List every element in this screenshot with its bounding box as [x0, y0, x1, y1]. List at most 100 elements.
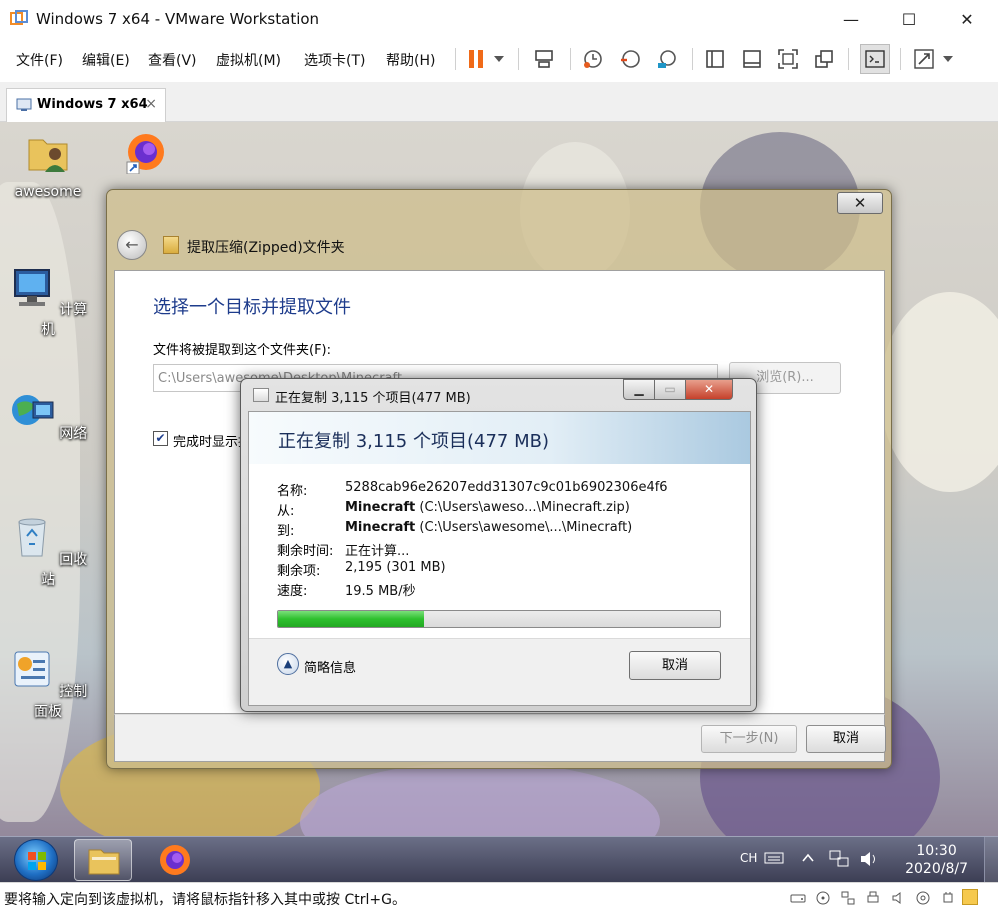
toolbar-separator [900, 48, 901, 70]
toolbar-separator [518, 48, 519, 70]
copy-close-button[interactable]: ✕ [685, 379, 733, 400]
clock-time: 10:30 [916, 843, 957, 859]
unity-icon[interactable] [811, 46, 837, 72]
show-hidden-icons-icon[interactable] [802, 853, 814, 863]
details-toggle-label[interactable]: 简略信息 [304, 657, 356, 676]
fullscreen-icon[interactable] [775, 46, 801, 72]
progress-fill [278, 611, 424, 627]
toolbar-separator [692, 48, 693, 70]
usb-icon[interactable] [940, 890, 956, 906]
stretch-icon[interactable] [911, 46, 937, 72]
menu-tabs[interactable]: 选项卡(T) [304, 50, 365, 70]
close-button[interactable]: ✕ [938, 0, 996, 38]
volume-icon[interactable] [858, 849, 880, 869]
dropdown-icon[interactable] [490, 46, 508, 72]
copy-banner: 正在复制 3,115 个项目(477 MB) [249, 412, 750, 464]
guest-desktop[interactable]: awesome 计算机 网络 回收站 控制面板 ✕ ← 提取压缩(Zipped)… [0, 122, 998, 882]
printer-icon[interactable] [865, 890, 881, 906]
snapshot-icon[interactable] [580, 46, 606, 72]
sound-card-icon[interactable] [890, 890, 906, 906]
snapshot-manager-icon[interactable] [654, 46, 680, 72]
send-ctrl-alt-del-icon[interactable] [531, 46, 557, 72]
copy-dialog-footer: ▲ 简略信息 取消 [249, 638, 750, 705]
toolbar-separator [455, 48, 456, 70]
display-icon[interactable] [915, 890, 931, 906]
vmware-logo-icon [10, 10, 28, 25]
wallpaper-shape [880, 292, 998, 492]
wizard-close-button[interactable]: ✕ [837, 192, 883, 214]
vm-tab-strip: Windows 7 x64 × [0, 82, 998, 122]
maximize-button[interactable]: ☐ [880, 0, 938, 38]
network-icon [11, 395, 54, 425]
from-value[interactable]: Minecraft (C:\Users\aweso...\Minecraft.z… [345, 500, 630, 515]
pause-icon[interactable] [463, 46, 489, 72]
firefox-shortcut-icon [126, 134, 164, 175]
collapse-details-icon[interactable]: ▲ [277, 653, 299, 675]
console-view-icon[interactable] [739, 46, 765, 72]
copy-minimize-button[interactable]: ▁ [623, 379, 655, 400]
cd-dvd-icon[interactable] [815, 890, 831, 906]
menu-help[interactable]: 帮助(H) [386, 50, 435, 70]
next-button[interactable]: 下一步(N) [701, 725, 797, 753]
copy-dialog-title: 正在复制 3,115 个项目(477 MB) [275, 391, 471, 406]
time-remaining-value: 正在计算... [345, 544, 410, 559]
wizard-cancel-button[interactable]: 取消 [806, 725, 886, 753]
tab-close-icon[interactable]: × [145, 96, 157, 112]
ime-indicator[interactable]: CH [740, 851, 757, 865]
library-icon[interactable] [702, 46, 728, 72]
vm-icon [16, 98, 32, 111]
name-label: 名称: [277, 484, 308, 499]
keyboard-icon[interactable] [764, 851, 784, 865]
desktop-icon-recycle-bin[interactable]: 回收站 [8, 514, 88, 589]
desktop-icon-awesome[interactable]: awesome [8, 130, 88, 200]
copy-progress-bar [277, 610, 721, 628]
toolbar-separator [848, 48, 849, 70]
taskbar-explorer[interactable] [74, 839, 132, 881]
desktop-icon-label: awesome [14, 184, 82, 200]
taskbar-firefox[interactable] [146, 839, 204, 881]
firefox-icon [160, 845, 190, 875]
time-remaining-label: 剩余时间: [277, 544, 334, 559]
minimize-button[interactable]: — [822, 0, 880, 38]
menu-view[interactable]: 查看(V) [148, 50, 197, 70]
dropdown-icon[interactable] [939, 46, 957, 72]
vmware-title-bar: Windows 7 x64 - VMware Workstation — ☐ ✕ [0, 0, 998, 38]
status-message: 要将输入定向到该虚拟机，请将鼠标指针移入其中或按 Ctrl+G。 [4, 892, 406, 908]
desktop-icon-control-panel[interactable]: 控制面板 [8, 646, 88, 721]
menu-edit[interactable]: 编辑(E) [82, 50, 130, 70]
back-arrow-icon[interactable]: ← [117, 230, 147, 260]
system-clock[interactable]: 10:30 2020/8/7 [905, 842, 968, 878]
to-value[interactable]: Minecraft (C:\Users\awesome\...\Minecraf… [345, 520, 632, 535]
explorer-folder-icon [88, 849, 120, 875]
copy-banner-title: 正在复制 3,115 个项目(477 MB) [278, 431, 549, 452]
tab-windows-7-x64[interactable]: Windows 7 x64 × [6, 88, 166, 122]
wizard-heading: 选择一个目标并提取文件 [153, 297, 351, 318]
items-remaining-label: 剩余项: [277, 564, 321, 579]
desktop-icon-computer[interactable]: 计算机 [8, 264, 88, 339]
copy-maximize-button[interactable]: ▭ [654, 379, 686, 400]
start-button[interactable] [14, 839, 58, 881]
path-label: 文件将被提取到这个文件夹(F): [153, 343, 332, 358]
speed-value: 19.5 MB/秒 [345, 584, 416, 599]
revert-snapshot-icon[interactable] [617, 46, 643, 72]
window-title: Windows 7 x64 - VMware Workstation [36, 10, 320, 28]
hard-disk-icon[interactable] [790, 890, 806, 906]
toolbar-separator [570, 48, 571, 70]
copy-icon [253, 388, 269, 402]
zip-folder-icon [163, 236, 179, 254]
desktop-icon-network[interactable]: 网络 [8, 388, 88, 443]
tab-label: Windows 7 x64 [37, 97, 148, 112]
menu-vm[interactable]: 虚拟机(M) [216, 50, 281, 70]
computer-icon [13, 269, 50, 306]
network-adapter-icon[interactable] [840, 890, 856, 906]
copy-cancel-button[interactable]: 取消 [629, 651, 721, 680]
terminal-icon[interactable] [860, 44, 890, 74]
network-status-icon[interactable] [828, 849, 850, 869]
desktop-icon-firefox[interactable] [104, 128, 184, 182]
wizard-footer: 下一步(N) 取消 [114, 714, 886, 762]
message-log-icon[interactable] [962, 889, 978, 905]
recycle-bin-icon [18, 518, 46, 557]
show-files-checkbox[interactable]: ✔ [153, 431, 168, 446]
menu-file[interactable]: 文件(F) [16, 50, 63, 70]
show-desktop-button[interactable] [984, 837, 998, 882]
